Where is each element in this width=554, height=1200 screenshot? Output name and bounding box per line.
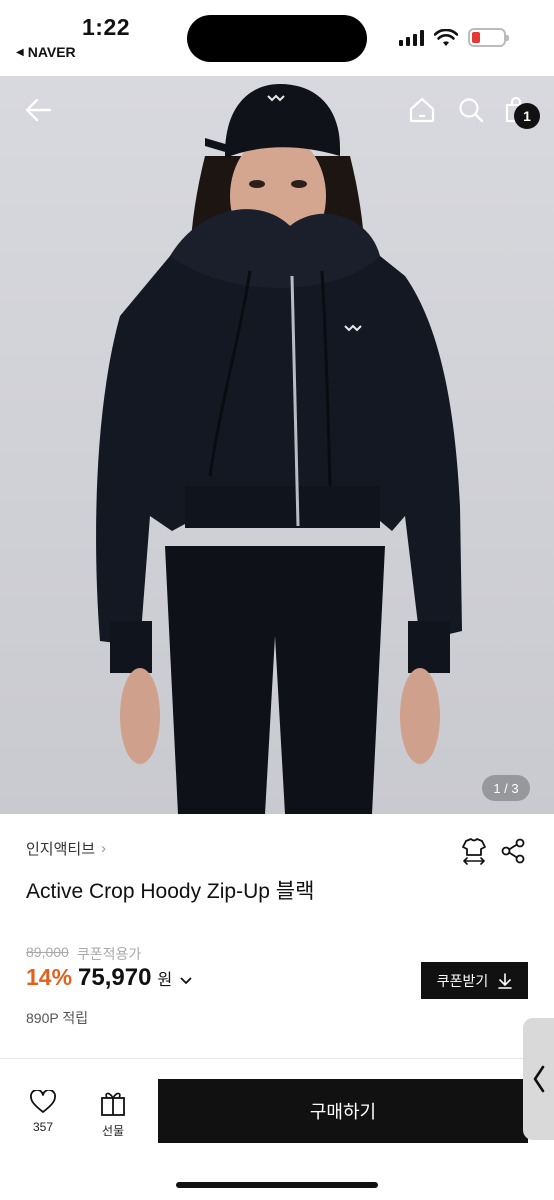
reward-points: 890P 적립 [26, 1010, 89, 1026]
gift-label: 선물 [101, 1124, 125, 1138]
image-nav-bar [0, 76, 554, 146]
gift-button[interactable]: 선물 [100, 1090, 126, 1139]
wifi-icon [434, 28, 458, 46]
download-icon [498, 972, 513, 989]
side-panel-handle[interactable] [523, 1018, 554, 1140]
original-price: 89,000 [26, 944, 69, 960]
like-count: 357 [32, 1120, 54, 1134]
discount-rate: 14% [26, 964, 73, 990]
gift-icon [101, 1092, 125, 1116]
back-arrow-icon[interactable] [22, 94, 54, 126]
status-bar: 1:22 ◀ NAVER [0, 0, 554, 76]
product-title: Active Crop Hoody Zip-Up 블랙 [26, 880, 315, 903]
brand-name: 인지액티브 [26, 841, 96, 858]
cellular-signal-icon [399, 29, 424, 46]
section-divider [0, 1058, 554, 1059]
price-row[interactable]: 14% 75,970 원 [26, 964, 192, 992]
like-button[interactable]: 357 [30, 1090, 56, 1134]
status-icons [399, 28, 509, 47]
search-icon[interactable] [455, 94, 487, 126]
status-time: 1:22 [82, 14, 131, 40]
currency-unit: 원 [157, 972, 173, 989]
product-image[interactable] [0, 76, 554, 814]
back-triangle-icon: ◀ [16, 46, 24, 58]
size-guide-icon[interactable] [459, 836, 489, 866]
battery-icon [468, 28, 509, 47]
brand-link[interactable]: 인지액티브 › [26, 838, 106, 859]
product-photo-illustration [96, 84, 462, 814]
dynamic-island [187, 15, 367, 62]
chevron-right-icon: › [101, 840, 107, 857]
home-indicator[interactable] [176, 1182, 378, 1188]
back-app-label: NAVER [27, 44, 76, 60]
chevron-down-icon[interactable] [180, 973, 192, 988]
cart-count-badge: 1 [514, 103, 540, 129]
back-to-app-link[interactable]: ◀ NAVER [16, 44, 76, 60]
original-price-row: 89,000 쿠폰적용가 [26, 944, 141, 964]
coupon-price-label: 쿠폰적용가 [76, 946, 142, 962]
buy-button[interactable]: 구매하기 [158, 1079, 528, 1143]
share-icon[interactable] [498, 836, 528, 866]
chevron-left-icon [533, 1065, 544, 1093]
image-pager: 1 / 3 [482, 775, 530, 801]
coupon-button-label: 쿠폰받기 [436, 972, 489, 989]
heart-icon [30, 1090, 56, 1113]
home-icon[interactable] [406, 94, 438, 126]
sale-price: 75,970 [78, 964, 152, 991]
download-coupon-button[interactable]: 쿠폰받기 [421, 962, 528, 999]
